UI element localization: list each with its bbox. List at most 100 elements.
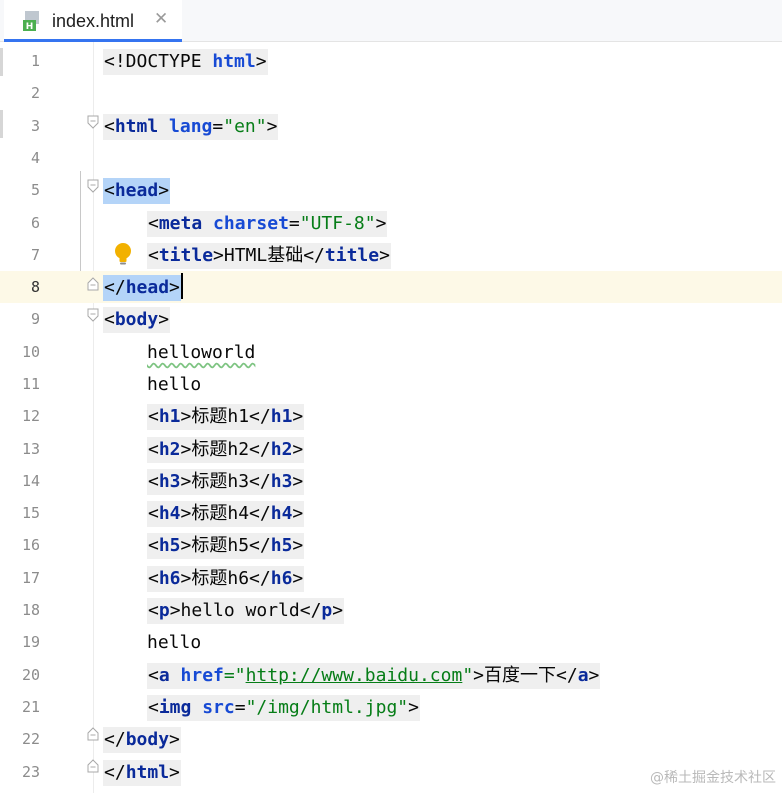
code-line[interactable]: 19 hello (0, 626, 782, 658)
line-number[interactable]: 5 (0, 181, 40, 199)
code-text[interactable]: <title>HTML基础</title> (147, 243, 391, 269)
code-line[interactable]: 17 <h6>标题h6</h6> (0, 562, 782, 594)
code-line[interactable]: 15 <h4>标题h4</h4> (0, 497, 782, 529)
line-number[interactable]: 9 (0, 310, 40, 328)
line-number[interactable]: 15 (0, 504, 40, 522)
fold-marker-icon[interactable] (87, 308, 99, 322)
code-text[interactable]: <h2>标题h2</h2> (147, 437, 305, 463)
line-number[interactable]: 22 (0, 730, 40, 748)
line-number[interactable]: 13 (0, 440, 40, 458)
code-line[interactable]: 18 <p>hello world</p> (0, 594, 782, 626)
code-token: h5 (158, 535, 181, 556)
code-token: 标题 (191, 406, 228, 427)
code-line[interactable]: 21 <img src="/img/html.jpg"> (0, 691, 782, 723)
code-token: http://www.baidu.com (245, 665, 463, 686)
line-number[interactable]: 12 (0, 407, 40, 425)
code-token: h6 (158, 568, 181, 589)
code-text[interactable]: hello (147, 372, 201, 398)
code-text[interactable]: helloworld (147, 340, 255, 366)
code-line[interactable]: 13 <h2>标题h2</h2> (0, 433, 782, 465)
code-token: h5 (270, 535, 293, 556)
code-text[interactable]: </html> (103, 760, 181, 786)
code-token: = (234, 697, 246, 718)
code-token: h2 (158, 439, 181, 460)
code-text[interactable]: <meta charset="UTF-8"> (147, 211, 388, 237)
code-line[interactable]: 6 <meta charset="UTF-8"> (0, 207, 782, 239)
line-number[interactable]: 18 (0, 601, 40, 619)
fold-marker-icon[interactable] (87, 759, 99, 773)
line-number[interactable]: 6 (0, 214, 40, 232)
code-text[interactable]: <body> (103, 307, 171, 333)
code-token: > (292, 535, 304, 556)
code-token: > (169, 729, 180, 750)
code-editor[interactable]: 1 <!DOCTYPE html> 2 3 <html lang="en"> 4 5 <hea… (0, 42, 782, 793)
line-number[interactable]: 17 (0, 569, 40, 587)
code-text[interactable]: <p>hello world</p> (147, 598, 345, 624)
tab-index-html[interactable]: H index.html ✕ (4, 0, 182, 42)
code-line[interactable]: 20 <a href="http://www.baidu.com">百度一下</a… (0, 659, 782, 691)
code-token: h4 (158, 503, 181, 524)
code-line[interactable]: 11 hello (0, 368, 782, 400)
code-line[interactable]: 9 <body> (0, 303, 782, 335)
code-token: > (180, 503, 192, 524)
code-line[interactable]: 12 <h1>标题h1</h1> (0, 400, 782, 432)
code-token: > (169, 762, 180, 783)
code-line[interactable]: 4 (0, 142, 782, 174)
code-text[interactable]: <head> (103, 178, 171, 204)
close-icon[interactable]: ✕ (154, 9, 168, 29)
line-number[interactable]: 16 (0, 536, 40, 554)
line-number[interactable]: 20 (0, 666, 40, 684)
code-text[interactable]: <h6>标题h6</h6> (147, 566, 305, 592)
line-number[interactable]: 11 (0, 375, 40, 393)
fold-marker-icon[interactable] (87, 179, 99, 193)
code-line[interactable]: 1 <!DOCTYPE html> (0, 45, 782, 77)
code-line[interactable]: 2 (0, 77, 782, 109)
line-number[interactable]: 4 (0, 149, 40, 167)
code-token: "en" (223, 116, 267, 137)
code-token: > (408, 697, 419, 718)
code-token: > (180, 471, 192, 492)
fold-marker-icon[interactable] (87, 727, 99, 741)
code-token: < (104, 116, 115, 137)
code-line[interactable]: 16 <h5>标题h5</h5> (0, 529, 782, 561)
line-number[interactable]: 2 (0, 84, 40, 102)
line-number[interactable]: 7 (0, 246, 40, 264)
code-text[interactable]: <img src="/img/html.jpg"> (147, 695, 420, 721)
code-text[interactable]: <a href="http://www.baidu.com">百度一下</a> (147, 663, 601, 689)
code-token: a (577, 665, 589, 686)
code-text[interactable]: </body> (103, 727, 181, 753)
code-text[interactable]: <h5>标题h5</h5> (147, 533, 305, 559)
code-token: html (114, 116, 159, 137)
code-line[interactable]: 10 helloworld (0, 336, 782, 368)
line-number[interactable]: 19 (0, 633, 40, 651)
code-token-group: <!DOCTYPE html> (103, 49, 268, 75)
code-line[interactable]: 3 <html lang="en"> (0, 110, 782, 142)
watermark: @稀土掘金技术社区 (650, 770, 776, 786)
code-token: </ (303, 245, 325, 266)
line-number[interactable]: 21 (0, 698, 40, 716)
code-text[interactable]: <h3>标题h3</h3> (147, 469, 305, 495)
code-line[interactable]: 5 <head> (0, 174, 782, 206)
code-text[interactable]: <h1>标题h1</h1> (147, 404, 305, 430)
code-token: < (148, 568, 159, 589)
fold-marker-icon[interactable] (87, 115, 99, 129)
line-number[interactable]: 8 (0, 278, 40, 296)
line-number[interactable]: 10 (0, 343, 40, 361)
line-number[interactable]: 14 (0, 472, 40, 490)
code-text[interactable]: <!DOCTYPE html> (103, 49, 268, 75)
code-token: a (158, 665, 170, 686)
code-line[interactable]: 14 <h3>标题h3</h3> (0, 465, 782, 497)
fold-marker-icon[interactable] (87, 277, 99, 291)
line-number[interactable]: 3 (0, 117, 40, 135)
code-line[interactable]: 22 </body> (0, 723, 782, 755)
line-number[interactable]: 23 (0, 763, 40, 781)
line-number[interactable]: 1 (0, 52, 40, 70)
code-text[interactable]: hello (147, 630, 201, 656)
code-text[interactable]: </head> (103, 275, 181, 301)
code-text[interactable]: <h4>标题h4</h4> (147, 501, 305, 527)
code-line[interactable]: 8 </head> (0, 271, 782, 303)
lightbulb-icon[interactable] (112, 242, 134, 266)
code-token: 标题 (191, 568, 228, 589)
code-token: < (148, 503, 159, 524)
code-text[interactable]: <html lang="en"> (103, 114, 279, 140)
